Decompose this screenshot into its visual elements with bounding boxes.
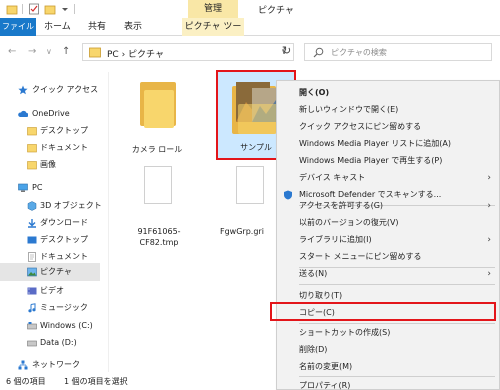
nav-onedrive-documents[interactable]: ドキュメント	[0, 139, 100, 157]
address-path: PC › ピクチャ	[107, 50, 164, 60]
submenu-arrow-icon: ›	[487, 201, 491, 211]
folder-icon-front	[144, 90, 174, 128]
pictures-folder-icon	[89, 47, 101, 58]
cube-icon	[27, 201, 37, 211]
tab-home[interactable]: ホーム	[44, 18, 71, 36]
blank-file-icon	[144, 166, 172, 204]
refresh-button[interactable]: ↻	[282, 44, 291, 57]
tab-view[interactable]: 表示	[124, 18, 142, 36]
menu-properties[interactable]: プロパティ(R)	[277, 378, 499, 390]
tab-share[interactable]: 共有	[88, 18, 106, 36]
nav-drive-c[interactable]: Windows (C:)	[0, 317, 100, 335]
drive-icon	[27, 340, 37, 347]
address-bar[interactable]: PC › ピクチャ ∨	[82, 43, 294, 61]
copy-highlight-box	[270, 302, 496, 321]
document-icon	[28, 252, 36, 262]
forward-button[interactable]: →	[28, 46, 36, 57]
menu-open-new-window[interactable]: 新しいウィンドウで開く(E)	[277, 102, 499, 118]
menu-restore-previous[interactable]: 以前のバージョンの復元(V)	[277, 215, 499, 231]
tab-file[interactable]: ファイル	[0, 18, 36, 36]
nav-onedrive-images[interactable]: 画像	[0, 156, 100, 174]
nav-downloads[interactable]: ダウンロード	[0, 214, 100, 232]
navigation-pane: クイック アクセス OneDrive デスクトップ ドキュメント 画像 PC 3…	[0, 72, 102, 374]
manage-context-tab[interactable]: 管理	[188, 0, 238, 18]
star-icon	[18, 85, 28, 95]
submenu-arrow-icon: ›	[487, 269, 491, 279]
blank-file-icon	[236, 166, 264, 204]
drive-icon	[27, 322, 37, 330]
video-icon	[27, 287, 37, 295]
search-placeholder: ピクチャの検索	[331, 48, 387, 57]
nav-network[interactable]: ネットワーク	[0, 356, 100, 374]
menu-open[interactable]: 開く(O)	[277, 85, 499, 101]
menu-separator	[299, 376, 495, 377]
menu-pin-quick-access[interactable]: クイック アクセスにピン留めする	[277, 119, 499, 135]
nav-onedrive-desktop[interactable]: デスクトップ	[0, 122, 100, 140]
window-title: ピクチャ	[258, 6, 294, 16]
menu-send-to[interactable]: 送る(N) ›	[277, 266, 499, 282]
quick-access-icon[interactable]	[6, 3, 18, 15]
back-button[interactable]: ←	[8, 46, 16, 57]
menu-pin-start[interactable]: スタート メニューにピン留めする	[277, 249, 499, 265]
folder-camera-roll[interactable]: カメラ ロール	[116, 72, 198, 156]
menu-separator	[299, 284, 495, 285]
menu-device-cast[interactable]: デバイス キャスト ›	[277, 170, 499, 186]
desktop-icon	[27, 236, 37, 244]
cloud-icon	[18, 110, 28, 117]
nav-onedrive[interactable]: OneDrive	[0, 105, 100, 123]
menu-delete[interactable]: 削除(D)	[277, 342, 499, 358]
tab-picture-tools[interactable]: ピクチャ ツール	[182, 18, 244, 50]
search-box[interactable]: ピクチャの検索	[304, 43, 492, 61]
menu-create-shortcut[interactable]: ショートカットの作成(S)	[277, 325, 499, 341]
menu-wmp-play[interactable]: Windows Media Player で再生する(P)	[277, 153, 499, 169]
menu-rename[interactable]: 名前の変更(M)	[277, 359, 499, 375]
menu-separator	[299, 323, 495, 324]
computer-icon	[18, 183, 28, 192]
folder-icon	[27, 127, 37, 136]
submenu-arrow-icon: ›	[487, 235, 491, 245]
title-separator	[74, 4, 75, 14]
customize-toolbar-icon[interactable]	[59, 3, 71, 15]
new-folder-icon[interactable]	[44, 3, 56, 15]
recent-locations-button[interactable]: ∨	[46, 47, 52, 56]
menu-add-to-library[interactable]: ライブラリに追加(I) ›	[277, 232, 499, 248]
search-icon	[313, 47, 324, 58]
pictures-icon	[27, 267, 37, 277]
folder-icon	[27, 161, 37, 170]
network-icon	[18, 360, 28, 370]
download-icon	[28, 219, 36, 228]
music-icon	[28, 303, 36, 313]
ribbon-tabs: ファイル ホーム 共有 表示 ピクチャ ツール	[0, 18, 500, 50]
selection-count: 1 個の項目を選択	[64, 377, 128, 386]
context-menu: 開く(O) 新しいウィンドウで開く(E) クイック アクセスにピン留めする Wi…	[276, 80, 500, 390]
nav-desktop[interactable]: デスクトップ	[0, 231, 100, 249]
nav-videos[interactable]: ビデオ	[0, 282, 100, 300]
photo-folder-icon	[232, 82, 278, 134]
properties-icon[interactable]	[28, 3, 40, 15]
nav-pictures[interactable]: ピクチャ	[0, 263, 100, 281]
title-separator	[22, 4, 23, 14]
up-button[interactable]: ↑	[62, 46, 70, 57]
submenu-arrow-icon: ›	[487, 173, 491, 183]
item-count: 6 個の項目	[6, 377, 46, 386]
nav-drive-d[interactable]: Data (D:)	[0, 334, 100, 352]
menu-wmp-add-list[interactable]: Windows Media Player リストに追加(A)	[277, 136, 499, 152]
nav-quick-access[interactable]: クイック アクセス	[0, 81, 100, 99]
nav-music[interactable]: ミュージック	[0, 299, 100, 317]
folder-icon	[27, 144, 37, 153]
nav-3d-objects[interactable]: 3D オブジェクト	[0, 197, 102, 215]
title-bar: 管理 ピクチャ	[0, 0, 500, 18]
nav-pc[interactable]: PC	[0, 179, 100, 197]
menu-give-access[interactable]: アクセスを許可する(G) ›	[277, 198, 499, 214]
file-tmp[interactable]: 91F61065-CF82.tmp	[116, 166, 198, 256]
pane-divider	[108, 72, 109, 372]
